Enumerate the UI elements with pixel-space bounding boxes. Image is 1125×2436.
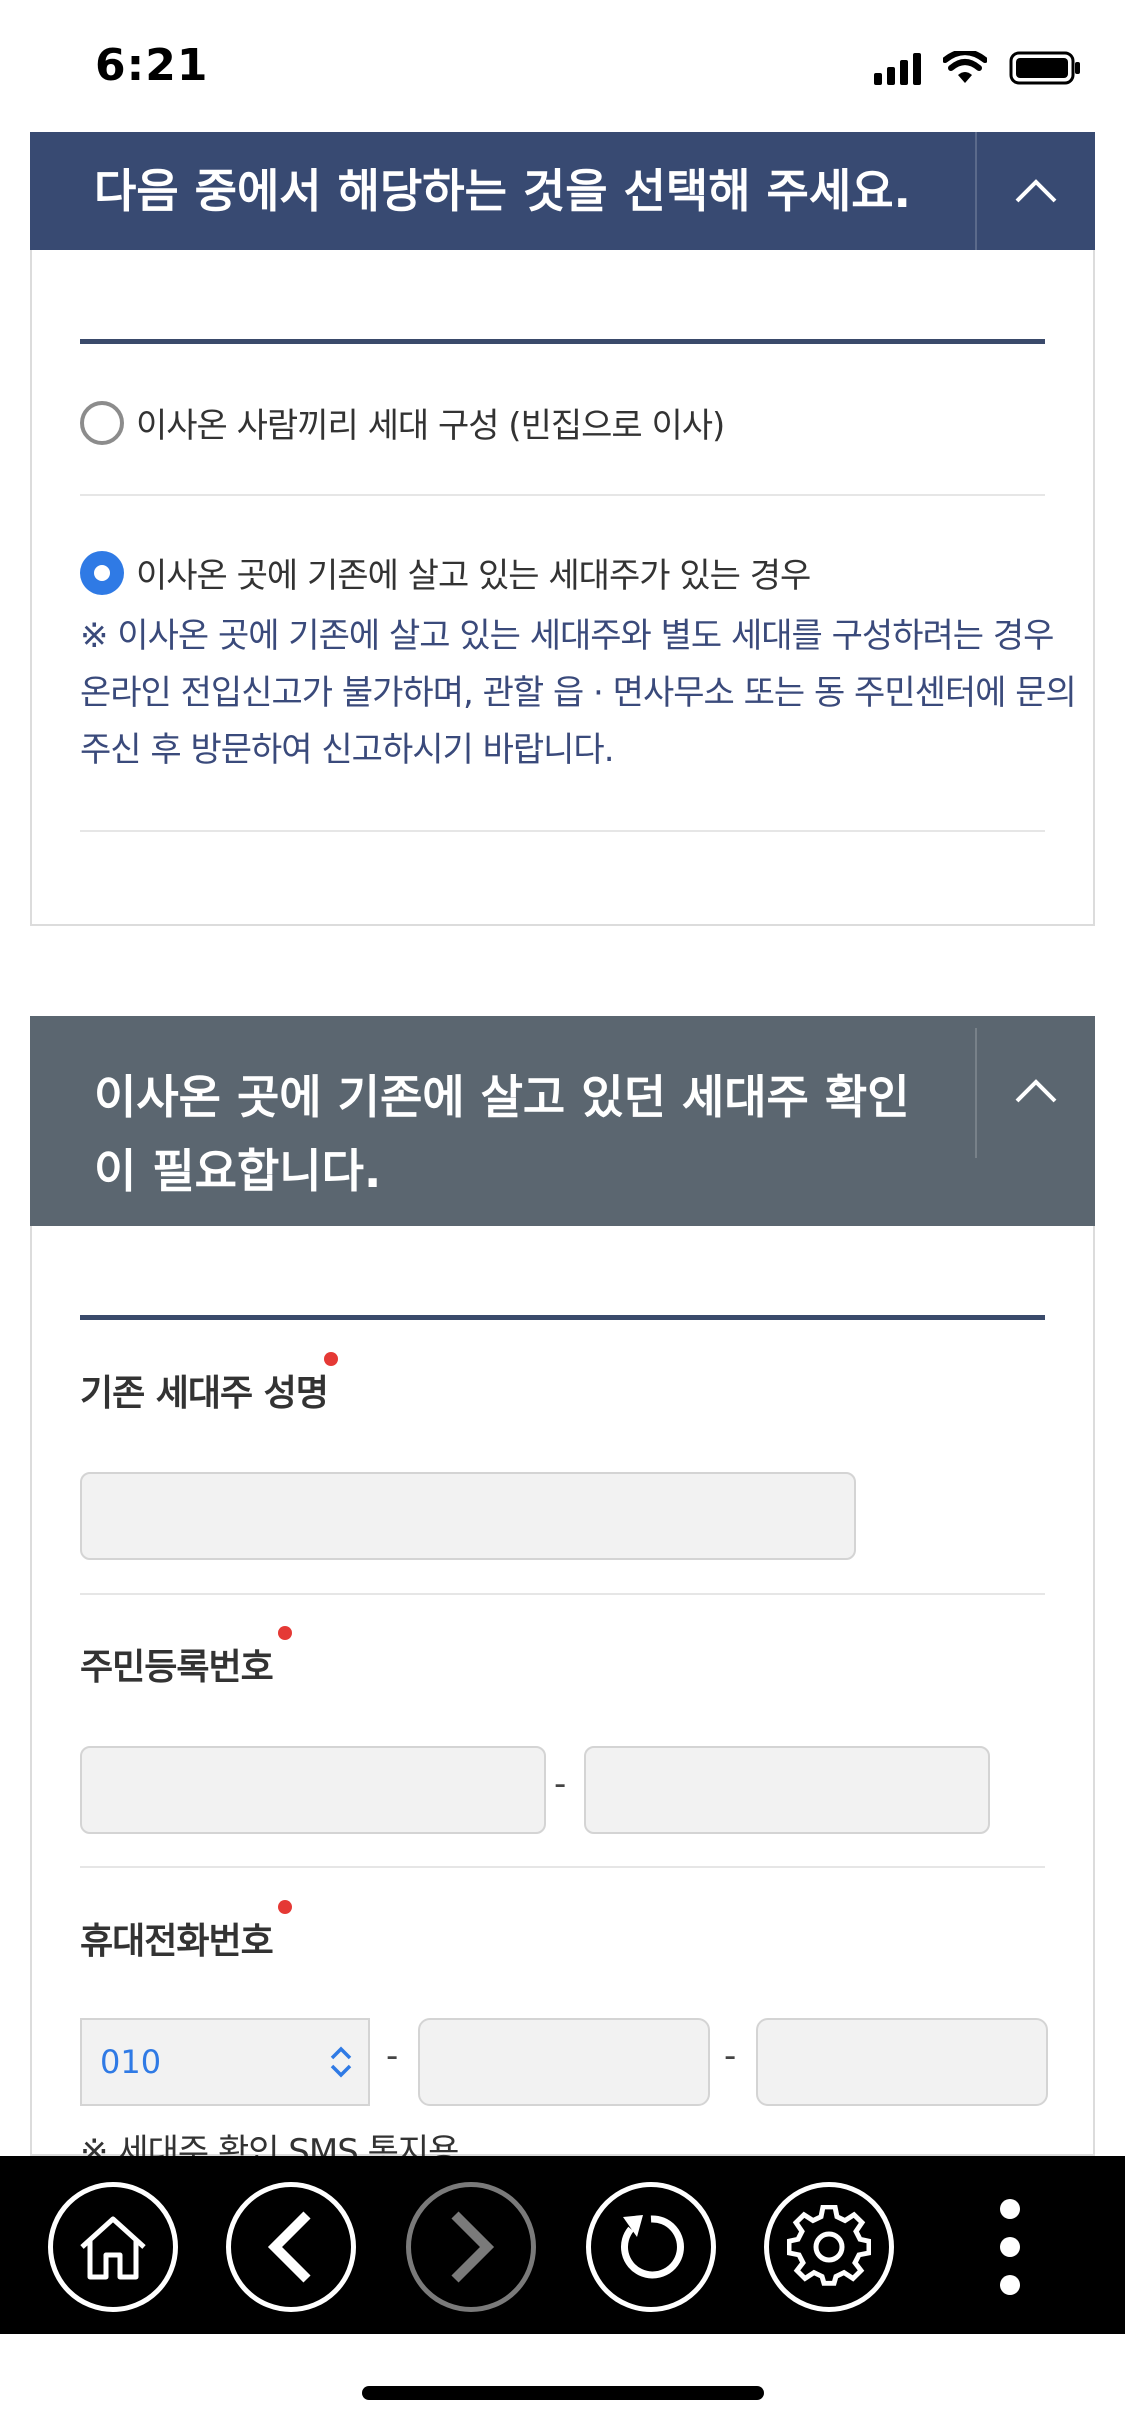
required-indicator <box>278 1900 292 1914</box>
householder-name-input[interactable] <box>80 1472 856 1560</box>
chevron-up-icon <box>1015 1079 1057 1103</box>
home-indicator-area <box>0 2334 1125 2436</box>
section2-collapse-button[interactable] <box>977 1016 1095 1166</box>
cellular-signal-icon <box>874 51 921 85</box>
forward-icon <box>451 2211 495 2283</box>
phone-prefix-select[interactable]: 010 <box>80 2018 370 2106</box>
back-button[interactable] <box>226 2182 356 2312</box>
more-menu-button[interactable] <box>970 2182 1050 2312</box>
required-indicator <box>278 1626 292 1640</box>
divider <box>80 1866 1045 1868</box>
householder-name-label: 기존 세대주 성명 <box>80 1373 329 1414</box>
phone-last-input[interactable] <box>756 2018 1048 2106</box>
divider <box>80 494 1045 496</box>
home-icon <box>80 2216 146 2280</box>
more-dot <box>1000 2275 1020 2295</box>
radio-selected[interactable] <box>80 550 124 595</box>
section-top-line <box>80 339 1045 344</box>
settings-button[interactable] <box>764 2182 894 2312</box>
section2-body: 기존 세대주 성명 주민등록번호 - 휴대전화번호 010 - - ※ 세대주 … <box>30 1226 1095 2172</box>
status-icons <box>874 50 1081 86</box>
battery-icon <box>1009 51 1080 85</box>
option-existing-householder[interactable]: 이사온 곳에 기존에 살고 있는 세대주가 있는 경우 <box>80 548 811 597</box>
rrn-separator: - <box>554 1764 567 1804</box>
section1-body: 이사온 사람끼리 세대 구성 (빈집으로 이사) 이사온 곳에 기존에 살고 있… <box>30 250 1095 926</box>
status-time: 6:21 <box>95 40 209 91</box>
section2-title-line2: 이 필요합니다. <box>94 1144 382 1198</box>
rrn-label: 주민등록번호 <box>80 1647 274 1688</box>
section2-header: 이사온 곳에 기존에 살고 있던 세대주 확인 이 필요합니다. <box>30 1016 1095 1226</box>
online-report-notice: ※ 이사온 곳에 기존에 살고 있는 세대주와 별도 세대를 구성하려는 경우 … <box>80 616 1077 770</box>
more-dot <box>1000 2199 1020 2219</box>
home-indicator[interactable] <box>362 2386 764 2400</box>
browser-toolbar <box>0 2156 1125 2334</box>
section1-collapse-button[interactable] <box>977 132 1095 250</box>
mobile-phone-label: 휴대전화번호 <box>80 1921 274 1962</box>
refresh-button[interactable] <box>586 2182 716 2312</box>
divider <box>80 1593 1045 1595</box>
rrn-front-input[interactable] <box>80 1746 546 1834</box>
chevron-up-icon <box>1015 179 1057 203</box>
option-empty-house[interactable]: 이사온 사람끼리 세대 구성 (빈집으로 이사) <box>80 398 725 447</box>
phone-middle-input[interactable] <box>418 2018 710 2106</box>
section1-header: 다음 중에서 해당하는 것을 선택해 주세요. <box>30 132 1095 250</box>
wifi-icon <box>943 51 987 83</box>
radio-unselected[interactable] <box>80 400 124 445</box>
option-existing-householder-label: 이사온 곳에 기존에 살고 있는 세대주가 있는 경우 <box>136 556 811 596</box>
rrn-back-input[interactable] <box>584 1746 990 1834</box>
refresh-icon <box>621 2215 684 2279</box>
gear-icon <box>787 2205 871 2286</box>
select-updown-icon <box>330 2046 352 2078</box>
section-top-line <box>80 1315 1045 1320</box>
option-empty-house-label: 이사온 사람끼리 세대 구성 (빈집으로 이사) <box>136 406 725 446</box>
section2-title-line1: 이사온 곳에 기존에 살고 있던 세대주 확인 <box>94 1070 910 1124</box>
required-indicator <box>324 1352 338 1366</box>
phone-prefix-value: 010 <box>100 2043 162 2081</box>
phone-separator-1: - <box>386 2036 399 2076</box>
forward-button[interactable] <box>406 2182 536 2312</box>
phone-separator-2: - <box>724 2036 737 2076</box>
home-button[interactable] <box>48 2182 178 2312</box>
more-dot <box>1000 2237 1020 2257</box>
status-bar: 6:21 <box>0 0 1125 132</box>
back-icon <box>267 2211 311 2283</box>
section1-title: 다음 중에서 해당하는 것을 선택해 주세요. <box>94 164 911 218</box>
divider <box>80 830 1045 832</box>
